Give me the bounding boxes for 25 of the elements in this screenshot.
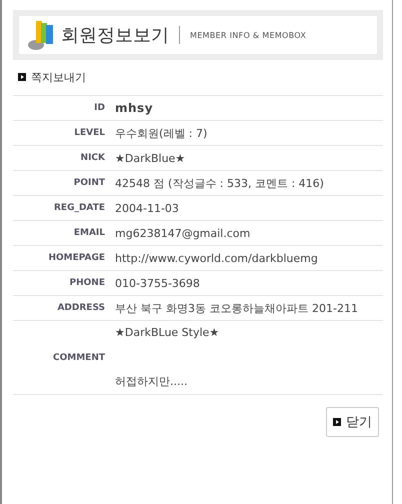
page-title: 회원정보보기 — [61, 24, 169, 47]
field-value: 2004-11-03 — [115, 202, 179, 214]
field-value: mg6238147@gmail.com — [115, 226, 250, 240]
send-message-link[interactable]: 쪽지보내기 — [18, 70, 383, 84]
field-value: mhsy — [115, 101, 154, 115]
field-label: PHONE — [68, 278, 106, 288]
field-value: http://www.cyworld.com/darkbluemg — [115, 252, 318, 264]
field-label: EMAIL — [72, 228, 106, 238]
close-button[interactable]: 닫기 — [326, 407, 379, 437]
field-value: ★DarkBlue★ — [115, 152, 186, 164]
comment-line: 허접하지만..... — [115, 374, 188, 389]
comment-line: ★DarkBLue Style★ — [115, 326, 220, 339]
field-value: 부산 북구 화명3동 코오롱하늘채아파트 201-211 — [115, 300, 358, 316]
field-label: ID — [93, 103, 106, 113]
field-label: HOMEPAGE — [47, 253, 106, 263]
field-value: 010-3755-3698 — [115, 276, 200, 290]
field-label: LEVEL — [73, 128, 106, 138]
page-subtitle: MEMBER INFO & MEMOBOX — [190, 30, 306, 40]
field-value: 42548 점 (작성글수 : 533, 코멘트 : 416) — [115, 176, 324, 190]
field-label: POINT — [72, 178, 106, 188]
field-label: NICK — [80, 153, 106, 163]
field-label: REG_DATE — [53, 203, 106, 213]
field-label: ADDRESS — [56, 303, 106, 313]
field-value: 우수회원(레벨 : 7) — [115, 126, 208, 140]
field-label: COMMENT — [52, 352, 106, 362]
